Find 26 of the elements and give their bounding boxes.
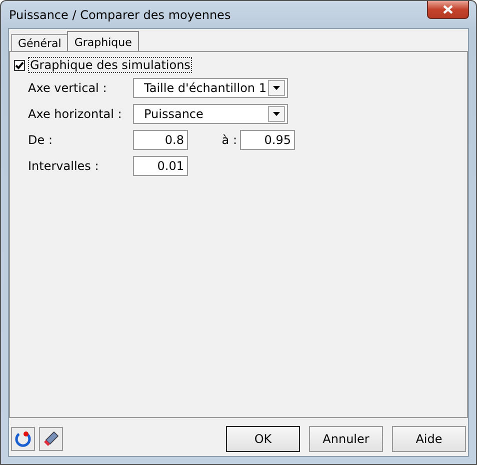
dialog-button[interactable]: Aide	[392, 426, 466, 452]
field-label: Axe horizontal :	[28, 107, 123, 121]
dialog-button[interactable]: Annuler	[309, 426, 383, 452]
checkbox-label[interactable]: Graphique des simulations	[29, 58, 192, 72]
clear-button[interactable]	[39, 427, 63, 451]
close-button[interactable]	[427, 1, 469, 19]
refresh-icon	[14, 430, 32, 448]
reset-button[interactable]	[11, 427, 35, 451]
window-title: Puissance / Comparer des moyennes	[8, 8, 231, 22]
tab[interactable]: Général	[11, 34, 68, 51]
dropdown-arrow-icon	[273, 86, 280, 90]
dropdown[interactable]: Puissance	[133, 104, 288, 124]
tab[interactable]: Graphique	[67, 31, 139, 51]
dropdown[interactable]: Taille d'échantillon 1	[133, 78, 288, 98]
field-label: De :	[28, 133, 54, 147]
input-field[interactable]: 0.95	[240, 130, 295, 150]
dropdown-arrow-icon	[273, 112, 280, 116]
field-label: à :	[220, 133, 238, 147]
input-field[interactable]: 0.8	[133, 130, 188, 150]
field-label: Axe vertical :	[28, 81, 108, 95]
input-field[interactable]: 0.01	[133, 156, 188, 176]
checkbox[interactable]	[14, 60, 25, 70]
dialog-button[interactable]: OK	[226, 426, 300, 452]
eraser-icon	[42, 430, 60, 448]
field-label: Intervalles :	[28, 159, 100, 173]
close-icon	[443, 5, 453, 14]
